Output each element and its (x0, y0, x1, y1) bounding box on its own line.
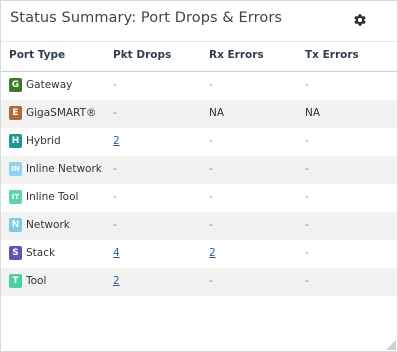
port-type-label: Inline Network (26, 163, 102, 175)
resize-handle-icon[interactable] (386, 340, 396, 350)
rx-errors-cell: - (209, 135, 213, 147)
table-row: N Network - - - (1, 212, 397, 240)
port-type-badge-icon: T (9, 274, 22, 288)
pkt-drops-cell[interactable]: 2 (113, 135, 120, 147)
tx-errors-cell: - (305, 135, 309, 147)
port-type-label: Hybrid (26, 135, 61, 147)
panel-header: Status Summary: Port Drops & Errors (1, 1, 397, 42)
port-type-badge-icon: N (9, 218, 22, 232)
tx-errors-cell: - (305, 191, 309, 203)
tx-errors-cell: - (305, 163, 309, 175)
column-header-pkt-drops[interactable]: Pkt Drops (113, 49, 171, 61)
pkt-drops-cell: - (113, 219, 117, 231)
port-type-badge-icon: E (9, 106, 22, 120)
port-type-label: Network (26, 219, 70, 231)
pkt-drops-cell[interactable]: 4 (113, 247, 120, 259)
table-row: H Hybrid 2 - - (1, 128, 397, 156)
rx-errors-cell: - (209, 79, 213, 91)
pkt-drops-cell: - (113, 79, 117, 91)
rx-errors-cell: - (209, 163, 213, 175)
pkt-drops-cell: - (113, 163, 117, 175)
rx-errors-cell: - (209, 191, 213, 203)
table-header: Port Type Pkt Drops Rx Errors Tx Errors (1, 43, 397, 72)
tx-errors-cell: - (305, 219, 309, 231)
port-type-label: Tool (26, 275, 47, 287)
pkt-drops-cell: - (113, 107, 117, 119)
table-row: IT Inline Tool - - - (1, 184, 397, 212)
rx-errors-cell: - (209, 275, 213, 287)
port-type-badge-icon: IT (9, 190, 22, 204)
table-row: G Gateway - - - (1, 72, 397, 100)
panel-title: Status Summary: Port Drops & Errors (10, 10, 283, 26)
table-row: E GigaSMART® - NA NA (1, 100, 397, 128)
port-type-badge-icon: IN (9, 162, 22, 176)
tx-errors-cell: - (305, 247, 309, 259)
tx-errors-cell: - (305, 79, 309, 91)
port-type-label: Inline Tool (26, 191, 79, 203)
table-row: T Tool 2 - - (1, 268, 397, 296)
column-header-port-type[interactable]: Port Type (9, 49, 65, 61)
table-row: S Stack 4 2 - (1, 240, 397, 268)
port-type-badge-icon: G (9, 78, 22, 92)
rx-errors-cell: - (209, 219, 213, 231)
port-type-label: Stack (26, 247, 56, 259)
pkt-drops-cell: - (113, 191, 117, 203)
column-header-rx-errors[interactable]: Rx Errors (209, 49, 264, 61)
column-header-tx-errors[interactable]: Tx Errors (305, 49, 359, 61)
rx-errors-cell: NA (209, 107, 225, 119)
rx-errors-cell[interactable]: 2 (209, 247, 216, 259)
gear-icon[interactable] (353, 13, 367, 27)
table-row: IN Inline Network - - - (1, 156, 397, 184)
port-type-label: Gateway (26, 79, 73, 91)
tx-errors-cell: - (305, 275, 309, 287)
port-type-badge-icon: S (9, 246, 22, 260)
tx-errors-cell: NA (305, 107, 321, 119)
pkt-drops-cell[interactable]: 2 (113, 275, 120, 287)
port-type-label: GigaSMART® (26, 107, 97, 119)
status-summary-panel: Status Summary: Port Drops & Errors Port… (0, 0, 398, 352)
port-type-badge-icon: H (9, 134, 22, 148)
